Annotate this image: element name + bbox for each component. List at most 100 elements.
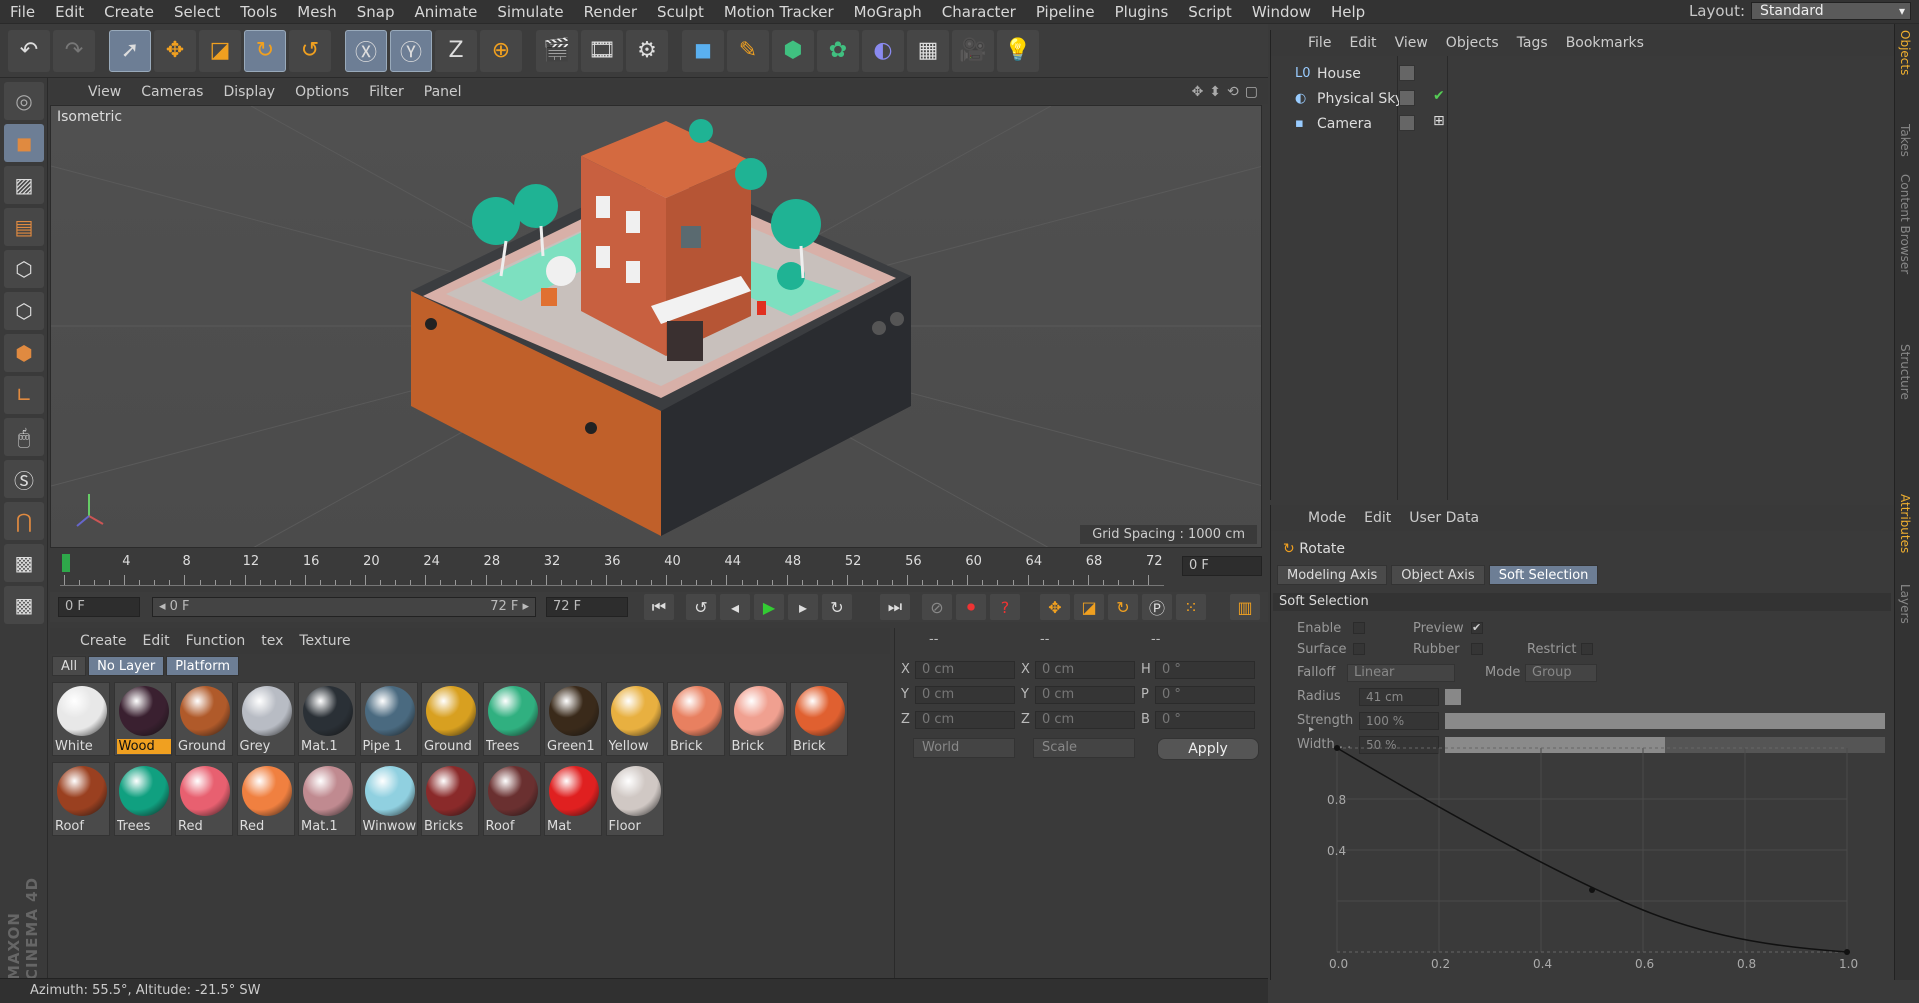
tweak-mode-icon[interactable]: 🖱 <box>4 418 44 456</box>
previous-key-icon[interactable]: ↺ <box>686 594 716 620</box>
model-mode-icon[interactable]: ◼ <box>4 124 44 162</box>
material-swatch[interactable]: Brick <box>728 682 787 756</box>
make-editable-icon[interactable]: ◎ <box>4 82 44 120</box>
next-key-icon[interactable]: ↻ <box>822 594 852 620</box>
filter-platform[interactable]: Platform <box>166 656 240 676</box>
material-swatch[interactable]: Trees <box>113 762 172 836</box>
object-menu-file[interactable]: File <box>1299 35 1340 51</box>
viewport-menu-options[interactable]: Options <box>287 84 357 100</box>
zoom-icon[interactable]: ⬍ <box>1209 84 1221 100</box>
tab-soft-selection[interactable]: Soft Selection <box>1488 565 1599 585</box>
menu-item-simulate[interactable]: Simulate <box>487 3 573 21</box>
menu-item-script[interactable]: Script <box>1178 3 1242 21</box>
material-swatch[interactable]: Red <box>236 762 295 836</box>
menu-item-edit[interactable]: Edit <box>45 3 94 21</box>
material-swatch[interactable]: Brick <box>790 682 848 756</box>
record-icon[interactable]: ⏺ <box>956 594 986 620</box>
restrict-checkbox[interactable] <box>1581 643 1593 655</box>
pos-z-field[interactable]: 0 cm <box>915 711 1015 729</box>
object-menu-view[interactable]: View <box>1386 35 1437 51</box>
polygons-mode-icon[interactable]: ⬢ <box>4 334 44 372</box>
subdivision-icon[interactable]: ⬢ <box>772 29 814 72</box>
coord-mode-dropdown[interactable]: World <box>913 738 1015 758</box>
object-menu-edit[interactable]: Edit <box>1340 35 1385 51</box>
menu-item-mesh[interactable]: Mesh <box>287 3 347 21</box>
viewport-menu-cameras[interactable]: Cameras <box>133 84 211 100</box>
rot-p-field[interactable]: 0 ° <box>1155 686 1255 704</box>
key-pla-icon[interactable]: ⁙ <box>1176 594 1206 620</box>
layout-dropdown[interactable]: Standard <box>1751 2 1911 20</box>
object-row-camera[interactable]: ▪ Camera ⊞ <box>1271 112 1895 137</box>
check-icon[interactable]: ✔ <box>1433 88 1445 104</box>
auto-key-icon[interactable]: ? <box>990 594 1020 620</box>
playhead[interactable] <box>62 554 70 572</box>
material-swatch[interactable]: Yellow <box>605 682 664 756</box>
rubber-checkbox[interactable] <box>1471 643 1483 655</box>
enable-checkbox[interactable] <box>1353 622 1365 634</box>
menu-item-pipeline[interactable]: Pipeline <box>1026 3 1105 21</box>
key-scale-icon[interactable]: ◪ <box>1074 594 1104 620</box>
preview-checkbox[interactable]: ✔ <box>1471 622 1483 634</box>
material-swatch[interactable]: Trees <box>482 682 541 756</box>
material-menu-tex[interactable]: tex <box>253 633 291 649</box>
object-menu-objects[interactable]: Objects <box>1437 35 1508 51</box>
mode-dropdown[interactable]: Group <box>1525 664 1597 682</box>
record-off-icon[interactable]: ⊘ <box>922 594 952 620</box>
y-axis-icon[interactable]: Ⓨ <box>390 29 432 72</box>
key-parameter-icon[interactable]: Ⓟ <box>1142 594 1172 620</box>
tab-modeling-axis[interactable]: Modeling Axis <box>1277 565 1388 585</box>
menu-item-create[interactable]: Create <box>94 3 164 21</box>
visibility-toggle[interactable] <box>1399 115 1415 131</box>
range-slider[interactable]: ◂ 0 F 72 F ▸ <box>152 597 536 617</box>
tab-object-axis[interactable]: Object Axis <box>1391 565 1485 585</box>
render-view-icon[interactable]: 🎬 <box>536 29 578 72</box>
current-frame-field[interactable]: 0 F <box>1182 556 1262 576</box>
key-rotation-icon[interactable]: ↻ <box>1108 594 1138 620</box>
menu-item-snap[interactable]: Snap <box>347 3 405 21</box>
previous-frame-icon[interactable]: ◂ <box>720 594 750 620</box>
material-swatch[interactable]: Roof <box>52 762 110 836</box>
go-to-start-icon[interactable]: ⏮ <box>644 594 674 620</box>
menu-item-window[interactable]: Window <box>1242 3 1321 21</box>
timeline-ruler[interactable]: 04812162024283236404448525660646872 <box>60 552 1164 586</box>
axis-mode-icon[interactable]: ∟ <box>4 376 44 414</box>
solo-mode-icon[interactable]: Ⓢ <box>4 460 44 498</box>
material-swatch[interactable]: Wood <box>113 682 172 756</box>
material-swatch[interactable]: Green1 <box>544 682 602 756</box>
snap-icon[interactable]: ⋂ <box>4 502 44 540</box>
cloner-icon[interactable]: ✿ <box>817 29 859 72</box>
undo-icon[interactable]: ↶ <box>8 29 50 72</box>
next-frame-icon[interactable]: ▸ <box>788 594 818 620</box>
material-swatch[interactable]: Red <box>175 762 233 836</box>
floor-icon[interactable]: ▦ <box>907 29 949 72</box>
rotate-tool-icon[interactable]: ↻ <box>244 29 286 72</box>
surface-checkbox[interactable] <box>1353 643 1365 655</box>
side-tab-layers[interactable]: Layers <box>1898 584 1912 624</box>
material-menu-create[interactable]: Create <box>72 633 135 649</box>
texture-mode-icon[interactable]: ▨ <box>4 166 44 204</box>
side-tab-content-browser[interactable]: Content Browser <box>1898 174 1912 274</box>
size-z-field[interactable]: 0 cm <box>1035 711 1135 729</box>
render-picture-viewer-icon[interactable]: 🎞 <box>581 29 623 72</box>
menu-item-motion-tracker[interactable]: Motion Tracker <box>714 3 844 21</box>
material-menu-texture[interactable]: Texture <box>291 633 358 649</box>
side-tab-takes[interactable]: Takes <box>1898 124 1912 157</box>
material-swatch[interactable]: Winwow <box>359 762 418 836</box>
object-menu-tags[interactable]: Tags <box>1508 35 1557 51</box>
material-swatch[interactable]: Bricks <box>421 762 479 836</box>
menu-item-animate[interactable]: Animate <box>405 3 488 21</box>
rot-h-field[interactable]: 0 ° <box>1155 661 1255 679</box>
menu-item-select[interactable]: Select <box>164 3 230 21</box>
menu-item-mograph[interactable]: MoGraph <box>844 3 932 21</box>
menu-item-character[interactable]: Character <box>932 3 1026 21</box>
material-swatch[interactable]: Grey <box>236 682 295 756</box>
pos-y-field[interactable]: 0 cm <box>915 686 1015 704</box>
menu-item-help[interactable]: Help <box>1321 3 1375 21</box>
deformer-icon[interactable]: ◐ <box>862 29 904 72</box>
recent-tool-icon[interactable]: ↺ <box>289 29 331 72</box>
radius-slider[interactable] <box>1445 689 1461 705</box>
material-swatch[interactable]: White <box>52 682 110 756</box>
3d-viewport[interactable]: Isometric Grid Spacing : 1000 cm <box>50 105 1262 548</box>
pos-x-field[interactable]: 0 cm <box>915 661 1015 679</box>
material-swatch[interactable]: Ground <box>421 682 479 756</box>
